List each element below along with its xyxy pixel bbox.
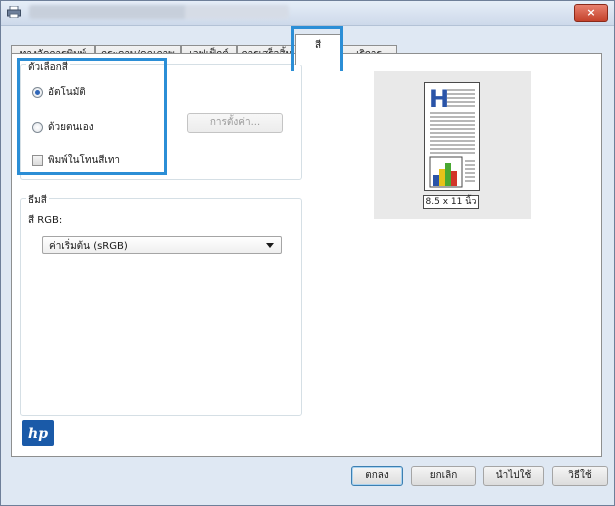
rgb-color-value: ค่าเริ่มต้น (sRGB) [49, 241, 128, 252]
auto-color-radio[interactable] [32, 87, 43, 98]
page-preview-graphic: H [429, 85, 475, 188]
manual-color-label: ด้วยตนเอง [48, 122, 94, 133]
apply-button[interactable]: นำไปใช้ [483, 466, 544, 486]
color-themes-group [20, 198, 302, 416]
ok-button[interactable]: ตกลง [351, 466, 403, 486]
color-settings-button[interactable]: การตั้งค่า... [187, 113, 283, 133]
help-button[interactable]: วิธีใช้ [552, 466, 608, 486]
title-bar: × [1, 1, 614, 26]
chevron-down-icon [266, 243, 274, 248]
printer-properties-dialog: × ทางลัดการพิมพ์ กระดาษ/คุณภาพ เอฟเฟ็กต์… [0, 0, 615, 506]
grayscale-label: พิมพ์ในโทนสีเทา [48, 155, 121, 166]
svg-text:hp: hp [28, 426, 48, 442]
grayscale-checkbox[interactable] [32, 155, 43, 166]
svg-text:H: H [429, 85, 449, 113]
close-button[interactable]: × [574, 4, 608, 22]
rgb-color-select[interactable]: ค่าเริ่มต้น (sRGB) [42, 236, 282, 254]
rgb-color-label: สี RGB: [28, 215, 63, 226]
printer-icon [7, 6, 21, 18]
hp-logo-icon: hp [22, 420, 54, 446]
tab-strip: ทางลัดการพิมพ์ กระดาษ/คุณภาพ เอฟเฟ็กต์ ก… [11, 34, 601, 65]
tab-color[interactable]: สี [295, 34, 341, 65]
auto-color-label: อัตโนมัติ [48, 87, 86, 98]
cancel-button[interactable]: ยกเลิก [411, 466, 476, 486]
color-tab-panel: ตัวเลือกสี อัตโนมัติ ด้วยตนเอง การตั้งค่… [11, 53, 602, 457]
color-themes-legend: ธีมสี [26, 193, 49, 208]
page-preview: H [424, 82, 480, 191]
color-options-legend: ตัวเลือกสี [26, 60, 70, 75]
manual-color-radio[interactable] [32, 122, 43, 133]
dialog-footer: ตกลง ยกเลิก นำไปใช้ วิธีใช้ [1, 461, 614, 505]
window-title [29, 5, 289, 19]
paper-size-label: 8.5 x 11 นิ้ว [423, 195, 479, 209]
print-preview: H 8.5 x 11 นิ้ว [374, 71, 531, 219]
